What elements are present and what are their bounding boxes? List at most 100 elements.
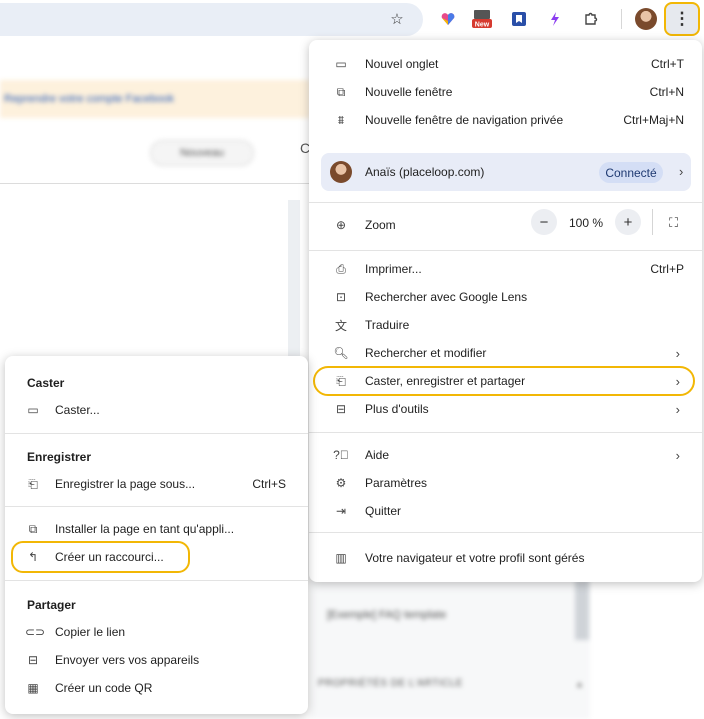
divider [309, 532, 702, 533]
submenu-item-qr-code[interactable]: ▦ Créer un code QR [5, 676, 308, 700]
menu-item-quit[interactable]: ⇥ Quitter [309, 498, 702, 524]
incognito-icon: ⩩ [337, 112, 345, 127]
new-window-icon: ⧉ [336, 84, 346, 99]
submenu-item-send-to-devices[interactable]: ⊟ Envoyer vers vos appareils [5, 648, 308, 672]
divider [309, 432, 702, 433]
submenu-item-label: Caster... [55, 403, 100, 417]
star-icon[interactable]: ☆ [385, 7, 409, 31]
submenu-item-save-page[interactable]: ⎗ Enregistrer la page sous... Ctrl+S [5, 472, 308, 496]
menu-item-help[interactable]: ?⃝ Aide › [309, 442, 702, 468]
submenu-item-label: Enregistrer la page sous... [55, 477, 196, 491]
banner-text: Reprendre votre compte Facebook [4, 93, 174, 105]
menu-item-label: Imprimer... [365, 262, 422, 276]
menu-item-incognito-window[interactable]: ⩩ Nouvelle fenêtre de navigation privée … [309, 107, 702, 133]
menu-item-label: Nouvelle fenêtre [365, 85, 453, 99]
save-page-icon: ⎗ [28, 476, 38, 491]
nouveau-button[interactable]: Nouveau [150, 140, 254, 166]
menu-item-more-tools[interactable]: ⊟ Plus d'outils › [309, 396, 702, 422]
zoom-icon: ⊕ [335, 218, 347, 232]
submenu-item-label: Installer la page en tant qu'appli... [55, 522, 235, 536]
menu-item-label: Nouvel onglet [365, 57, 439, 71]
gear-icon: ⚙ [335, 476, 347, 490]
cast-save-share-submenu: Caster ▭ Caster... Enregistrer ⎗ Enregis… [5, 356, 308, 714]
find-page-icon: 🔍︎ [333, 346, 349, 360]
submenu-item-label: Envoyer vers vos appareils [55, 653, 200, 667]
toolbar-divider [621, 9, 622, 29]
zoom-out-button[interactable]: − [531, 209, 557, 235]
bookmark-extension-icon[interactable] [507, 7, 531, 31]
install-app-icon: ⧉ [28, 521, 38, 536]
submenu-item-copy-link[interactable]: ⊂⊃ Copier le lien [5, 620, 308, 644]
menu-item-find-and-edit[interactable]: 🔍︎ Rechercher et modifier › [309, 340, 702, 366]
menu-item-label: Aide [365, 448, 390, 462]
divider [5, 506, 308, 507]
panel-scrollbar[interactable] [575, 580, 589, 640]
browser-toolbar: ☆ New ⋮ [0, 0, 704, 40]
menu-item-new-window[interactable]: ⧉ Nouvelle fenêtre Ctrl+N [309, 79, 702, 105]
browser-main-menu: ▭ Nouvel onglet Ctrl+T ⧉ Nouvelle fenêtr… [309, 40, 702, 582]
google-lens-icon: ⊡ [335, 290, 347, 304]
submenu-item-cast[interactable]: ▭ Caster... [5, 398, 308, 422]
profile-name: Anaïs (placeloop.com) [365, 165, 485, 179]
link-icon: ⊂⊃ [25, 625, 46, 639]
menu-item-label: Nouvelle fenêtre de navigation privée [365, 113, 564, 127]
menu-item-google-lens[interactable]: ⊡ Rechercher avec Google Lens [309, 284, 702, 310]
magic-extension-icon[interactable] [543, 7, 567, 31]
menu-item-label: Rechercher avec Google Lens [365, 290, 528, 304]
zoom-divider [652, 209, 653, 235]
divider [5, 580, 308, 581]
chevron-right-icon: › [679, 164, 684, 179]
menu-item-shortcut: Ctrl+P [650, 262, 684, 276]
section-heading-save: Enregistrer [27, 450, 92, 464]
menu-item-label: Zoom [365, 218, 396, 232]
profile-row[interactable]: Anaïs (placeloop.com) Connecté › [321, 153, 691, 191]
divider [5, 433, 308, 434]
chevron-right-icon: › [675, 447, 680, 463]
kebab-menu-icon[interactable]: ⋮ [664, 2, 700, 36]
section-heading-share: Partager [27, 598, 76, 612]
puzzle-icon[interactable] [579, 7, 603, 31]
submenu-item-shortcut: Ctrl+S [252, 477, 286, 491]
menu-item-shortcut: Ctrl+T [651, 57, 684, 71]
highlight-create-shortcut [11, 541, 190, 573]
submenu-item-label: Créer un code QR [55, 681, 153, 695]
menu-item-new-tab[interactable]: ▭ Nouvel onglet Ctrl+T [309, 51, 702, 77]
submenu-item-install-app[interactable]: ⧉ Installer la page en tant qu'appli... [5, 517, 308, 541]
chevron-right-icon: › [675, 401, 680, 417]
devices-icon: ⊟ [27, 653, 39, 667]
cast-icon: ▭ [27, 403, 39, 417]
menu-item-label: Paramètres [365, 476, 428, 490]
heart-extension-icon[interactable] [436, 7, 460, 31]
submenu-item-label: Copier le lien [55, 625, 126, 639]
highlight-cast-save-share [313, 366, 695, 396]
menu-item-label: Traduire [365, 318, 410, 332]
address-bar[interactable] [0, 3, 423, 36]
building-icon: ▥ [335, 551, 347, 565]
menu-item-settings[interactable]: ⚙ Paramètres [309, 470, 702, 496]
section-heading-cast: Caster [27, 376, 65, 390]
menu-item-print[interactable]: ⎙ Imprimer... Ctrl+P [309, 256, 702, 282]
menu-item-translate[interactable]: 文 Traduire [309, 312, 702, 338]
menu-item-label: Rechercher et modifier [365, 346, 487, 360]
translate-icon: 文 [334, 318, 347, 333]
menu-item-label: Votre navigateur et votre profil sont gé… [365, 551, 585, 565]
divider [309, 202, 702, 203]
menu-item-shortcut: Ctrl+Maj+N [623, 113, 684, 127]
new-badge-extension-icon[interactable]: New [470, 7, 494, 31]
help-icon: ?⃝ [333, 448, 349, 462]
qr-code-icon: ▦ [27, 681, 39, 695]
article-panel [310, 580, 590, 719]
properties-heading: PROPRIÉTÉS DE L'ARTICLE [318, 678, 463, 689]
menu-item-label: Quitter [365, 504, 402, 518]
collapse-icon[interactable]: ▴ [577, 679, 582, 690]
fullscreen-icon[interactable]: ⛶ [669, 215, 678, 231]
faq-item: [Exemple] FAQ template [327, 609, 447, 621]
divider [0, 183, 310, 184]
printer-icon: ⎙ [336, 261, 346, 276]
profile-avatar[interactable] [635, 8, 657, 30]
menu-item-managed-browser[interactable]: ▥ Votre navigateur et votre profil sont … [309, 545, 702, 571]
connected-badge: Connecté [599, 162, 663, 183]
new-badge-text: New [475, 22, 490, 29]
zoom-in-button[interactable]: + [615, 209, 641, 235]
zoom-level: 100 % [569, 216, 604, 230]
